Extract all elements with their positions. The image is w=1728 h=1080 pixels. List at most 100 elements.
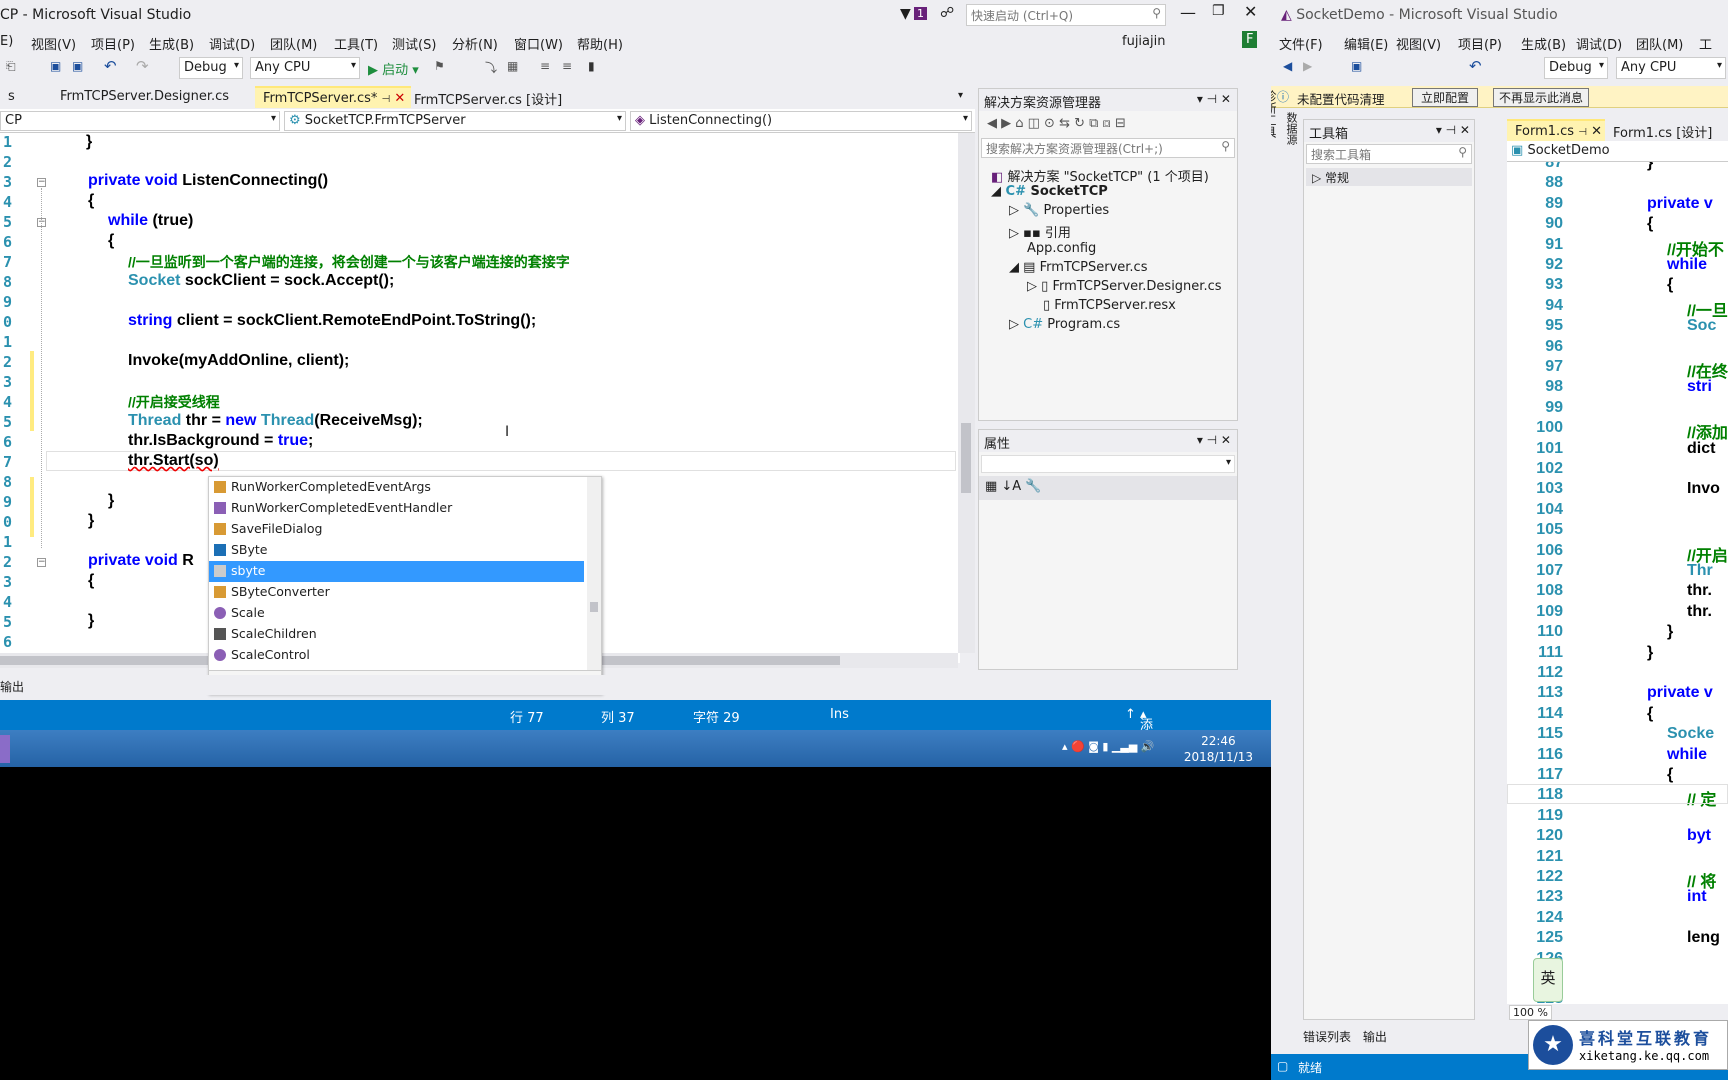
- scroll-thumb[interactable]: [590, 602, 598, 612]
- tab-frmtcpserver-cs[interactable]: FrmTCPServer.cs* ⊣ ✕: [255, 86, 411, 108]
- completion-item[interactable]: RunWorkerCompletedEventHandler: [209, 498, 584, 519]
- solution-search-input[interactable]: 搜索解决方案资源管理器(Ctrl+;) ⚲: [981, 138, 1235, 158]
- tray-icons[interactable]: ▴ 🔴 ◙ ▮ ▁▃▅ 🔊: [1062, 740, 1155, 753]
- menu-tools[interactable]: 工具(T): [334, 34, 378, 53]
- notification-badge[interactable]: 1: [914, 7, 927, 20]
- toolbox-search-input[interactable]: 搜索工具箱 ⚲: [1306, 144, 1472, 164]
- feedback-icon[interactable]: ☍: [940, 5, 954, 21]
- menu-project[interactable]: 项目(P): [1458, 34, 1502, 53]
- tab-error-list[interactable]: 错误列表: [1303, 1030, 1351, 1044]
- bookmark-icon[interactable]: ▮: [588, 59, 595, 73]
- save-icon[interactable]: ▣: [1351, 59, 1362, 73]
- tree-item-designer[interactable]: ▷ ▯ FrmTCPServer.Designer.cs: [1027, 279, 1222, 294]
- open-icon[interactable]: ⎗: [6, 59, 16, 74]
- tree-item-program[interactable]: ▷ C# Program.cs: [1009, 317, 1120, 332]
- menu-build[interactable]: 生成(B): [1521, 34, 1566, 53]
- menu-debug[interactable]: 调试(D): [209, 34, 255, 53]
- output-tab[interactable]: 输出: [0, 678, 24, 695]
- platform-select[interactable]: Any CPU: [250, 57, 360, 79]
- menu-debug[interactable]: 调试(D): [1576, 34, 1622, 53]
- save-icon[interactable]: ▣: [50, 59, 61, 73]
- ime-indicator[interactable]: 英: [1533, 958, 1563, 1002]
- tab-close-icon[interactable]: ✕: [394, 91, 405, 106]
- tree-item-references[interactable]: ▷ ▪▪ 引用: [1009, 222, 1071, 241]
- config-select[interactable]: Debug: [179, 57, 243, 79]
- completion-item[interactable]: ScaleControl: [209, 645, 584, 666]
- tree-solution-root[interactable]: ◧ 解决方案 "SocketTCP" (1 个项目): [991, 166, 1209, 185]
- user-name[interactable]: fujiajin: [1122, 34, 1165, 49]
- tab-close-icon[interactable]: ✕: [1591, 124, 1602, 139]
- layout-icon[interactable]: ▦: [507, 59, 518, 73]
- undo-icon[interactable]: ↶: [104, 57, 117, 75]
- completion-item[interactable]: RunWorkerCompletedEventArgs: [209, 477, 584, 498]
- dismiss-button[interactable]: 不再显示此消息: [1493, 88, 1590, 107]
- class-dropdown[interactable]: ⚙ SocketTCP.FrmTCPServer: [284, 111, 626, 131]
- quick-launch-input[interactable]: 快速启动 (Ctrl+Q) ⚲: [966, 4, 1166, 26]
- menu-file[interactable]: 文件(F): [1279, 34, 1323, 53]
- navigate-back-icon[interactable]: ◀: [1283, 59, 1292, 73]
- menu-team[interactable]: 团队(M): [270, 34, 317, 53]
- completion-item[interactable]: ScaleChildren: [209, 624, 584, 645]
- outdent-icon[interactable]: ≡: [562, 59, 572, 73]
- right-code-editor[interactable]: 87 88 89 90 91 92 93 94 95 96 97 98 99 100 101 102 103 10…: [1507, 162, 1728, 1004]
- menu-edit[interactable]: E): [0, 34, 13, 49]
- close-button[interactable]: ✕: [1244, 2, 1257, 21]
- menu-analyze[interactable]: 分析(N): [452, 34, 498, 53]
- tree-item-resx[interactable]: ▯ FrmTCPServer.resx: [1043, 298, 1176, 313]
- fold-toggle[interactable]: −: [37, 558, 46, 567]
- filter-icon[interactable]: ▼: [900, 6, 911, 22]
- object-selector[interactable]: ▾: [981, 455, 1235, 473]
- tab-form1-design[interactable]: Form1.cs [设计]: [1605, 119, 1720, 141]
- menu-view[interactable]: 视图(V): [31, 34, 76, 53]
- completion-item[interactable]: SByteConverter: [209, 582, 584, 603]
- indent-icon[interactable]: ≡: [540, 59, 550, 73]
- toolbox-group-general[interactable]: ▷ 常规: [1306, 168, 1472, 186]
- editor-vertical-scrollbar[interactable]: [958, 133, 975, 653]
- taskbar-clock[interactable]: 22:46 2018/11/13: [1184, 733, 1253, 765]
- start-button[interactable]: ▶ 启动 ▾: [368, 59, 419, 78]
- tree-item-frmtcpserver[interactable]: ◢ ▤ FrmTCPServer.cs: [1009, 260, 1147, 275]
- completion-item-selected[interactable]: sbyte: [209, 561, 584, 582]
- save-all-icon[interactable]: ▣: [72, 59, 83, 73]
- completion-item[interactable]: Scale: [209, 603, 584, 624]
- step-icon[interactable]: ⤵: [485, 59, 497, 76]
- completion-item[interactable]: SaveFileDialog: [209, 519, 584, 540]
- menu-build[interactable]: 生成(B): [149, 34, 194, 53]
- tab-output[interactable]: 输出: [1363, 1030, 1387, 1044]
- undo-icon[interactable]: ↶: [1469, 57, 1482, 75]
- tab-overflow-icon[interactable]: ▾: [958, 90, 963, 101]
- intellisense-scrollbar[interactable]: [587, 477, 601, 670]
- side-tab-datasources[interactable]: 数据源: [1279, 112, 1299, 172]
- project-dropdown[interactable]: CP: [0, 111, 280, 131]
- redo-icon[interactable]: ↷: [136, 57, 149, 75]
- platform-select[interactable]: Any CPU: [1616, 57, 1726, 79]
- menu-project[interactable]: 项目(P): [91, 34, 135, 53]
- menu-test[interactable]: 测试(S): [392, 34, 436, 53]
- pane-controls-icon[interactable]: ▾ ⊣ ✕: [1436, 123, 1470, 137]
- navigate-forward-icon[interactable]: ▶: [1303, 59, 1312, 73]
- completion-item[interactable]: SByte: [209, 540, 584, 561]
- pane-controls-icon[interactable]: ▾ ⊣ ✕: [1197, 433, 1231, 447]
- right-navigation-bar[interactable]: ▣ SocketDemo: [1507, 141, 1728, 162]
- member-dropdown[interactable]: ◈ ListenConnecting(): [630, 111, 972, 131]
- menu-tools[interactable]: 工: [1699, 34, 1712, 53]
- solution-toolbar-icons[interactable]: ◀ ▶ ⌂ ◫ ⊙ ⇆ ↻ ⧉ ⧈ ⊟: [987, 116, 1126, 131]
- user-avatar[interactable]: F: [1242, 31, 1258, 48]
- menu-help[interactable]: 帮助(H): [577, 34, 623, 53]
- property-view-icons[interactable]: ▦ ↓A 🔧: [985, 479, 1042, 494]
- zoom-select[interactable]: 100 %: [1509, 1005, 1552, 1020]
- menu-edit[interactable]: 编辑(E): [1344, 34, 1388, 53]
- configure-now-button[interactable]: 立即配置: [1412, 88, 1479, 107]
- tab-form1-cs[interactable]: Form1.cs ⊣ ✕: [1507, 119, 1605, 141]
- menu-team[interactable]: 团队(M): [1636, 34, 1683, 53]
- tree-project[interactable]: ◢ C# SocketTCP: [991, 184, 1108, 199]
- tree-item-properties[interactable]: ▷ 🔧 Properties: [1009, 203, 1109, 218]
- config-select[interactable]: Debug: [1544, 57, 1608, 79]
- side-tab-diagnostics[interactable]: 诊断工具: [1271, 86, 1279, 186]
- fold-toggle[interactable]: −: [37, 178, 46, 187]
- menu-view[interactable]: 视图(V): [1396, 34, 1441, 53]
- restore-button[interactable]: ❐: [1212, 3, 1225, 19]
- vs-taskbar-icon[interactable]: [0, 735, 10, 763]
- tab-design-view[interactable]: FrmTCPServer.cs [设计]: [406, 86, 570, 108]
- tab-designer-cs[interactable]: FrmTCPServer.Designer.cs: [52, 86, 237, 108]
